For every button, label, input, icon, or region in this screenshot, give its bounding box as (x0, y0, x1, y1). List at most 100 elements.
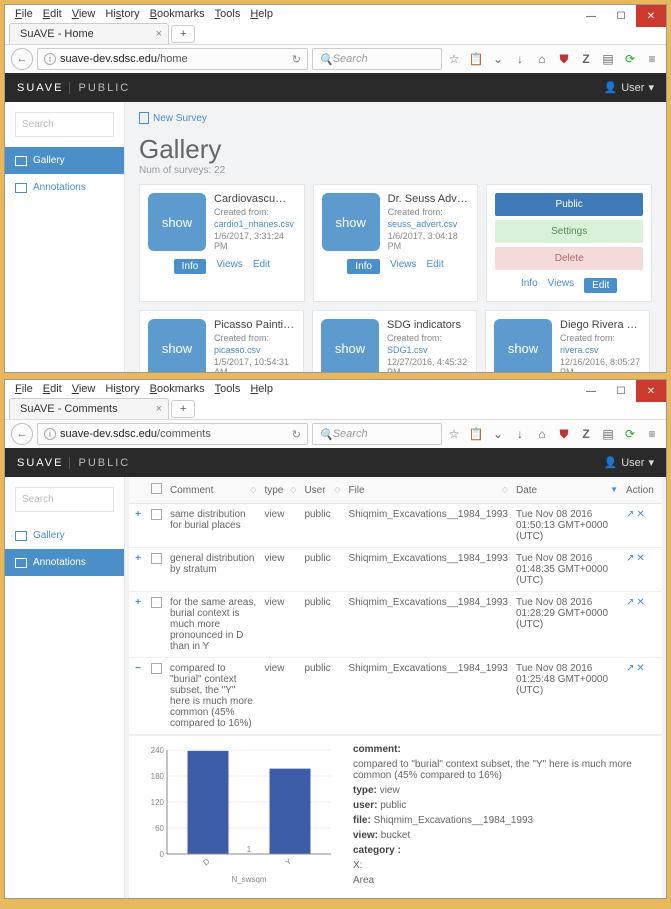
info-link[interactable]: Info (521, 278, 538, 293)
survey-card: show Picasso Painti…Created from:picasso… (139, 310, 304, 372)
open-action[interactable]: ↗ (626, 553, 634, 564)
sidebar-item-annotations[interactable]: Annotations (5, 549, 124, 576)
table-row: − compared to "burial" context subset, t… (129, 658, 662, 735)
sidebar-item-gallery[interactable]: Gallery (5, 147, 124, 174)
show-button[interactable]: show (148, 193, 206, 251)
edit-link[interactable]: Edit (253, 259, 270, 274)
reload-icon[interactable]: ↻ (292, 53, 301, 66)
delete-button[interactable]: Delete (495, 247, 643, 270)
toolbar-icons: ☆ 📋 ⌄ ↓ ⌂ ⛊ Z ▤ ⟳ ≡ (446, 427, 660, 442)
star-icon[interactable]: ☆ (446, 427, 462, 441)
home-icon[interactable]: ⌂ (534, 427, 550, 441)
pocket-icon[interactable]: ⌄ (490, 52, 506, 66)
minimize-button[interactable]: — (576, 5, 606, 27)
expand-icon[interactable]: + (129, 548, 147, 592)
clipboard-icon[interactable]: 📋 (468, 52, 484, 66)
home-icon[interactable]: ⌂ (534, 52, 550, 66)
sidebar-search[interactable]: Search (15, 112, 114, 137)
views-link[interactable]: Views (390, 259, 417, 274)
menu-icon[interactable]: ≡ (644, 427, 660, 441)
sidebar-search[interactable]: Search (15, 487, 114, 512)
close-icon[interactable]: × (156, 28, 162, 40)
new-tab-button[interactable]: + (171, 25, 195, 43)
clipboard-icon[interactable]: 📋 (468, 427, 484, 441)
close-button[interactable]: ✕ (636, 380, 666, 402)
views-link[interactable]: Views (548, 278, 575, 293)
close-icon[interactable]: × (156, 403, 162, 415)
zotero-icon[interactable]: Z (578, 52, 594, 66)
download-icon[interactable]: ↓ (512, 52, 528, 66)
open-action[interactable]: ↗ (626, 663, 634, 674)
menubar: FileEditViewHistoryBookmarksToolsHelp (5, 380, 576, 398)
user-menu[interactable]: 👤 User ▾ (604, 456, 654, 469)
delete-action[interactable]: ✕ (636, 553, 644, 564)
svg-text:1: 1 (247, 845, 252, 854)
col-user[interactable]: User◇ (300, 477, 344, 504)
open-action[interactable]: ↗ (626, 509, 634, 520)
settings-button[interactable]: Settings (495, 220, 643, 243)
pocket-icon[interactable]: ⌄ (490, 427, 506, 441)
page-icon[interactable]: ▤ (600, 52, 616, 66)
menu-icon[interactable]: ≡ (644, 52, 660, 66)
info-icon: i (44, 428, 56, 440)
download-icon[interactable]: ↓ (512, 427, 528, 441)
page-icon[interactable]: ▤ (600, 427, 616, 441)
views-link[interactable]: Views (216, 259, 243, 274)
expand-icon[interactable]: − (129, 658, 147, 735)
table-row: + general distribution by stratum view p… (129, 548, 662, 592)
user-icon: 👤 (604, 81, 618, 94)
delete-action[interactable]: ✕ (636, 597, 644, 608)
delete-action[interactable]: ✕ (636, 509, 644, 520)
survey-card: show Dr. Seuss Adv… Created from: seuss_… (313, 184, 479, 302)
show-button[interactable]: show (322, 193, 380, 251)
checkbox[interactable] (151, 483, 162, 494)
back-button[interactable]: ← (11, 423, 33, 445)
address-bar[interactable]: i suave-dev.sdsc.edu/comments ↻ (37, 423, 308, 445)
reload-icon[interactable]: ↻ (292, 428, 301, 441)
sidebar-item-gallery[interactable]: Gallery (5, 522, 124, 549)
open-action[interactable]: ↗ (626, 597, 634, 608)
browser-tab[interactable]: SuAVE - Home× (9, 23, 169, 44)
browser-tab[interactable]: SuAVE - Comments× (9, 398, 169, 419)
show-button[interactable]: show (321, 319, 379, 372)
checkbox[interactable] (151, 663, 162, 674)
col-date[interactable]: Date▼ (512, 477, 622, 504)
ublock-icon[interactable]: ⛊ (556, 52, 572, 67)
survey-card: show Diego Rivera …Created from:rivera.c… (485, 310, 650, 372)
col-file[interactable]: File◇ (344, 477, 512, 504)
close-button[interactable]: ✕ (636, 5, 666, 27)
checkbox[interactable] (151, 509, 162, 520)
col-type[interactable]: type◇ (260, 477, 300, 504)
edit-link[interactable]: Edit (426, 259, 443, 274)
new-survey-link[interactable]: New Survey (139, 112, 652, 124)
info-button[interactable]: Info (347, 259, 380, 274)
star-icon[interactable]: ☆ (446, 52, 462, 66)
new-tab-button[interactable]: + (171, 400, 195, 418)
minimize-button[interactable]: — (576, 380, 606, 402)
sidebar-item-annotations[interactable]: Annotations (5, 174, 124, 201)
maximize-button[interactable]: ☐ (606, 5, 636, 27)
delete-action[interactable]: ✕ (636, 663, 644, 674)
edit-button[interactable]: Edit (584, 278, 617, 293)
expand-icon[interactable]: + (129, 592, 147, 658)
checkbox[interactable] (151, 597, 162, 608)
back-button[interactable]: ← (11, 48, 33, 70)
search-box[interactable]: 🔍 Search (312, 423, 442, 445)
col-comment[interactable]: Comment◇ (166, 477, 260, 504)
show-button[interactable]: show (494, 319, 552, 372)
svg-text:240: 240 (151, 746, 165, 755)
expand-icon[interactable]: + (129, 504, 147, 548)
public-button[interactable]: Public (495, 193, 643, 216)
ublock-icon[interactable]: ⛊ (556, 427, 572, 442)
zotero-icon[interactable]: Z (578, 427, 594, 441)
checkbox[interactable] (151, 553, 162, 564)
evernote-icon[interactable]: ⟳ (622, 427, 638, 441)
user-menu[interactable]: 👤 User ▾ (604, 81, 654, 94)
maximize-button[interactable]: ☐ (606, 380, 636, 402)
svg-text:N_swsqm: N_swsqm (231, 875, 266, 884)
address-bar[interactable]: i suave-dev.sdsc.edu/home ↻ (37, 48, 308, 70)
info-button[interactable]: Info (174, 259, 207, 274)
search-box[interactable]: 🔍 Search (312, 48, 442, 70)
show-button[interactable]: show (148, 319, 206, 372)
evernote-icon[interactable]: ⟳ (622, 52, 638, 66)
